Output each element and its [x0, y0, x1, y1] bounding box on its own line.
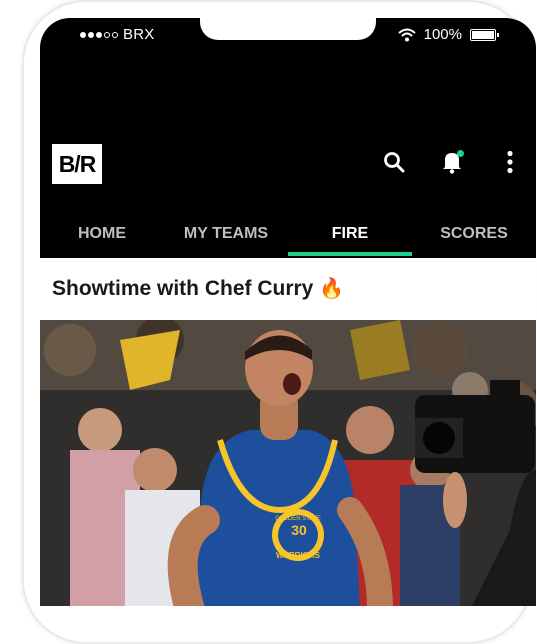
- status-bar: BRX 100%: [40, 18, 536, 56]
- signal-icon: [80, 31, 118, 38]
- bleacher-report-logo[interactable]: B/R: [52, 144, 102, 184]
- notification-badge: [457, 150, 464, 157]
- battery-icon: [470, 28, 499, 41]
- battery-fill: [472, 30, 494, 39]
- more-vertical-icon: [507, 150, 513, 174]
- tab-home[interactable]: HOME: [40, 216, 164, 258]
- carrier-info: BRX: [80, 26, 154, 43]
- device-notch: [200, 18, 376, 40]
- search-icon: [384, 152, 405, 173]
- carrier-name: BRX: [123, 26, 155, 43]
- hero-image[interactable]: GOLDEN STATE 30 WARRIORS: [40, 320, 536, 606]
- story-headline[interactable]: Showtime with Chef Curry 🔥: [52, 276, 344, 301]
- notifications-button[interactable]: [440, 148, 464, 176]
- tab-bar: HOME MY TEAMS FIRE SCORES: [40, 216, 536, 258]
- headline-text: Showtime with Chef Curry: [52, 276, 314, 300]
- tab-scores[interactable]: SCORES: [412, 216, 536, 258]
- app-screen: BRX 100% B/R HOME MY TEAMS FIRE SCORES S…: [40, 18, 536, 606]
- tab-my-teams[interactable]: MY TEAMS: [164, 216, 288, 258]
- more-options-button[interactable]: [498, 148, 522, 176]
- battery-percent: 100%: [423, 26, 462, 43]
- status-right: 100%: [397, 26, 499, 43]
- hero-photo: GOLDEN STATE 30 WARRIORS: [40, 320, 536, 606]
- jersey-team-text: WARRIORS: [276, 551, 321, 560]
- app-header: B/R: [40, 56, 536, 210]
- header-actions: [382, 148, 522, 176]
- jersey-number: 30: [291, 522, 307, 538]
- search-button[interactable]: [382, 148, 406, 176]
- wifi-icon: [397, 28, 416, 41]
- fire-icon: 🔥: [319, 278, 345, 300]
- tab-fire[interactable]: FIRE: [288, 216, 412, 258]
- feed: Showtime with Chef Curry 🔥 GOLDEN STATE …: [40, 258, 536, 606]
